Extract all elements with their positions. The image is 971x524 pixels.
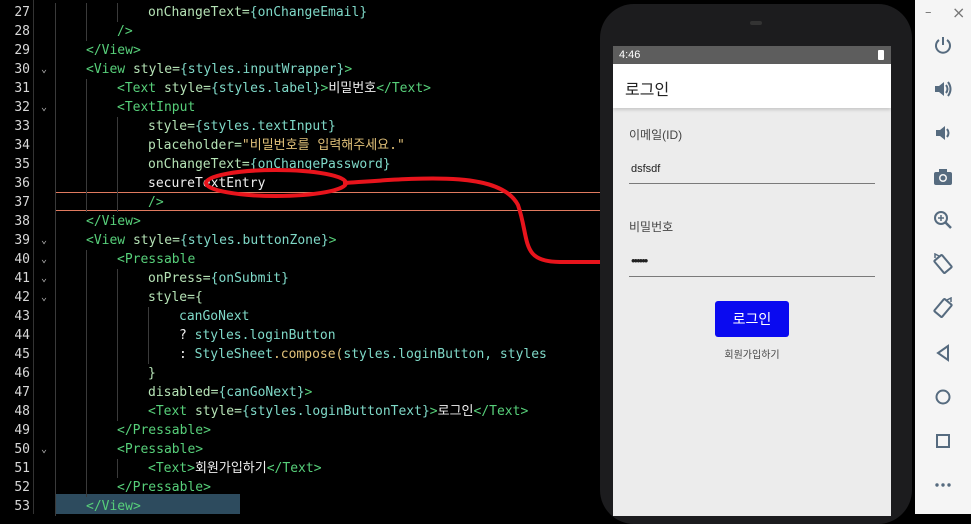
login-button[interactable]: 로그인: [715, 301, 789, 337]
annotation-circle: [204, 168, 348, 198]
email-label: 이메일(ID): [629, 128, 683, 142]
email-field[interactable]: dsfsdf: [631, 163, 660, 175]
device-screen[interactable]: 4:46 로그인 이메일(ID) dsfsdf 비밀번호 •••••• 로그인 …: [613, 46, 891, 516]
volume-down-icon[interactable]: [929, 119, 957, 147]
password-underline: [629, 276, 875, 277]
app-bar: 로그인: [613, 64, 891, 108]
email-underline: [629, 183, 875, 184]
minimize-icon[interactable]: –: [925, 5, 932, 20]
home-icon[interactable]: [929, 383, 957, 411]
more-icon[interactable]: [929, 471, 957, 499]
battery-icon: [878, 50, 884, 60]
app-title: 로그인: [625, 82, 670, 99]
rotate-left-icon[interactable]: [929, 250, 957, 278]
close-icon[interactable]: ×: [952, 3, 965, 22]
password-field[interactable]: ••••••: [631, 253, 648, 268]
annotation-arrow-line: [342, 176, 618, 264]
status-bar: 4:46: [613, 46, 891, 64]
emulator-device: 4:46 로그인 이메일(ID) dsfsdf 비밀번호 •••••• 로그인 …: [600, 4, 912, 524]
emulator-toolbar: – ×: [915, 0, 971, 514]
power-icon[interactable]: [929, 31, 957, 59]
overview-icon[interactable]: [929, 427, 957, 455]
zoom-in-icon[interactable]: [929, 206, 957, 234]
volume-up-icon[interactable]: [929, 75, 957, 103]
back-icon[interactable]: [929, 339, 957, 367]
camera-icon[interactable]: [929, 163, 957, 191]
rotate-right-icon[interactable]: [929, 294, 957, 322]
status-time: 4:46: [619, 49, 641, 61]
password-label: 비밀번호: [629, 220, 674, 234]
speaker-slot: [750, 21, 762, 25]
signup-link[interactable]: 회원가입하기: [613, 346, 891, 361]
